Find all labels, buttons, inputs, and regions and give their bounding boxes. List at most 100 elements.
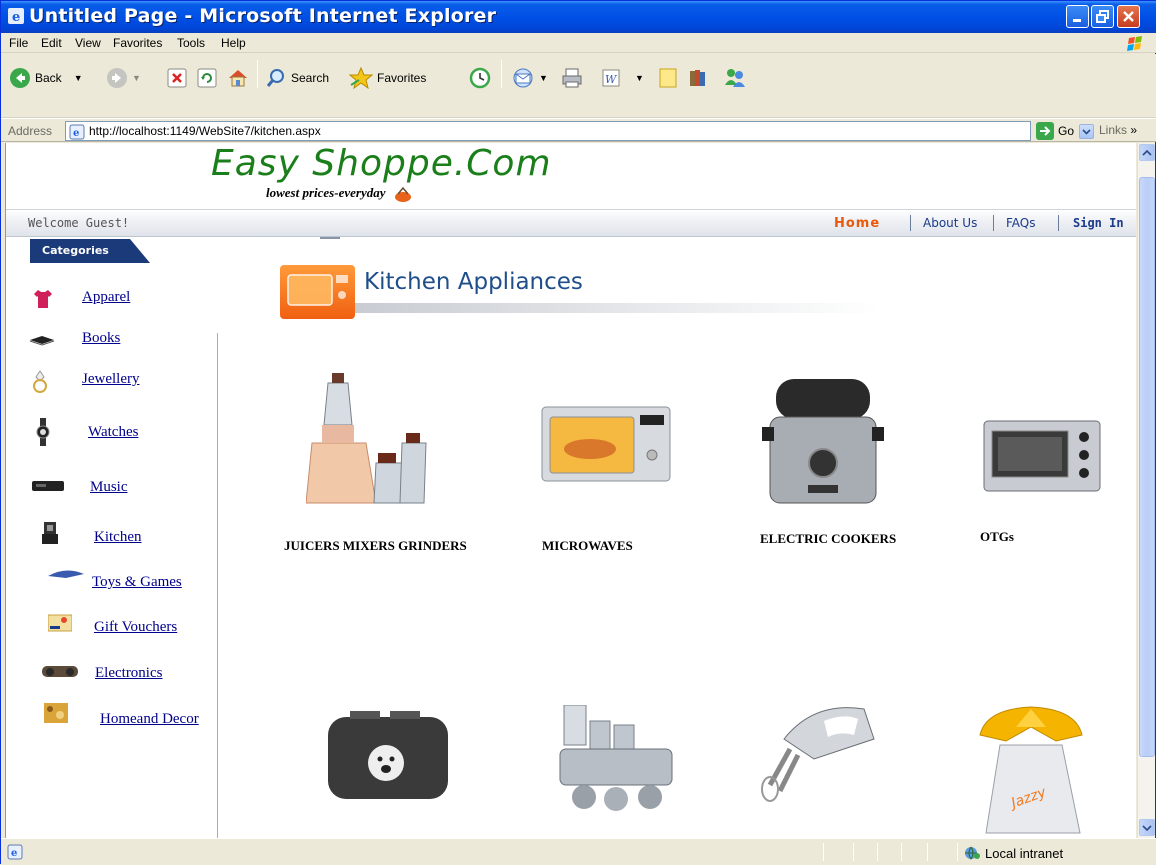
security-zone-label: Local intranet (985, 845, 1064, 861)
chevron-down-icon (1082, 129, 1091, 135)
book-icon (29, 336, 55, 346)
nav-separator (1058, 215, 1059, 231)
stop-button[interactable] (167, 62, 187, 94)
minimize-icon (1073, 19, 1081, 22)
print-button[interactable] (561, 62, 583, 94)
hand-mixer-image[interactable] (754, 699, 886, 803)
links-toolbar[interactable]: Links » (1099, 123, 1137, 137)
search-button[interactable]: Search (265, 62, 329, 94)
toolbar-separator (501, 60, 502, 88)
category-music[interactable]: Music (32, 479, 128, 496)
scroll-down-button[interactable] (1139, 819, 1155, 836)
intranet-globe-icon (965, 846, 980, 860)
messenger-icon (725, 69, 745, 87)
category-jewellery[interactable]: Jewellery (30, 370, 139, 393)
forward-dropdown-icon[interactable]: ▼ (132, 73, 141, 83)
svg-text:e: e (12, 10, 20, 25)
nav-signin-link[interactable]: Sign In (1073, 216, 1124, 230)
category-home-decor[interactable]: Homeand Decor (44, 703, 199, 728)
product-label[interactable]: ELECTRIC COOKERS (760, 531, 896, 547)
menu-file[interactable]: File (9, 36, 28, 50)
close-button[interactable] (1117, 5, 1140, 28)
category-gift-vouchers[interactable]: Gift Vouchers (48, 614, 177, 636)
category-link[interactable]: Music (90, 479, 128, 496)
product-label[interactable]: OTGs (980, 529, 1014, 545)
home-button[interactable] (227, 62, 249, 94)
title-bar[interactable]: e Untitled Page - Microsoft Internet Exp… (1, 1, 1156, 33)
ie-page-icon: e (69, 124, 85, 140)
vertical-scrollbar[interactable] (1137, 143, 1155, 838)
scroll-up-button[interactable] (1139, 144, 1155, 161)
word-edit-icon: W (602, 69, 620, 87)
search-icon (266, 69, 284, 87)
address-dropdown-button[interactable] (1079, 124, 1094, 139)
category-toys-games[interactable]: Toys & Games (46, 570, 182, 591)
menu-help[interactable]: Help (221, 36, 246, 50)
menu-edit[interactable]: Edit (41, 36, 62, 50)
restore-button[interactable] (1091, 5, 1114, 28)
edit-button[interactable]: W ▼ (601, 62, 644, 94)
category-kitchen[interactable]: Kitchen (42, 522, 141, 546)
category-link[interactable]: Apparel (82, 289, 130, 306)
back-dropdown-icon[interactable]: ▼ (74, 73, 83, 83)
back-label: Back (35, 71, 62, 85)
electric-cooker-image[interactable] (762, 379, 884, 509)
chevron-down-icon (1142, 825, 1152, 832)
scroll-thumb[interactable] (1139, 177, 1155, 757)
menu-tools[interactable]: Tools (177, 36, 205, 50)
product-label[interactable]: MICROWAVES (542, 538, 633, 554)
sidebar-divider (217, 333, 218, 838)
categories-title: Categories (42, 244, 109, 257)
category-link[interactable]: Jewellery (82, 371, 139, 388)
ie-logo-icon: e (8, 8, 24, 25)
tshirt-icon (34, 290, 52, 308)
menu-bar: File Edit View Favorites Tools Help (1, 33, 1156, 53)
mixer-grinder-image[interactable] (306, 373, 436, 513)
nav-faqs-link[interactable]: FAQs (1006, 216, 1036, 230)
microwave-image[interactable] (540, 405, 672, 485)
minimize-button[interactable] (1066, 5, 1089, 28)
research-button[interactable] (687, 62, 709, 94)
category-link[interactable]: Homeand Decor (100, 711, 199, 728)
category-link[interactable]: Gift Vouchers (94, 619, 177, 636)
product-label[interactable]: JUICERS MIXERS GRINDERS (284, 538, 467, 554)
mail-button[interactable]: ▼ (511, 62, 548, 94)
food-processor-image[interactable] (554, 705, 690, 815)
mail-dropdown-icon[interactable]: ▼ (539, 73, 548, 83)
mail-icon (513, 68, 533, 88)
category-link[interactable]: Kitchen (94, 529, 141, 546)
back-button[interactable]: Back ▼ (9, 62, 83, 94)
menu-view[interactable]: View (75, 36, 101, 50)
edit-dropdown-icon[interactable]: ▼ (635, 73, 644, 83)
otg-oven-image[interactable] (982, 419, 1102, 493)
category-apparel[interactable]: Apparel (32, 289, 130, 308)
messenger-button[interactable] (723, 62, 747, 94)
forward-button[interactable]: ▼ (106, 62, 141, 94)
favorites-button[interactable]: Favorites (349, 62, 426, 94)
refresh-button[interactable] (197, 62, 217, 94)
category-link[interactable]: Toys & Games (92, 574, 182, 591)
decor-icon (44, 703, 68, 723)
category-link[interactable]: Electronics (95, 665, 162, 682)
ring-icon (33, 370, 47, 393)
security-zone[interactable]: Local intranet (963, 845, 1063, 861)
site-logo[interactable]: Easy Shoppe.Com (211, 143, 552, 184)
go-button[interactable]: Go (1036, 122, 1074, 140)
svg-text:e: e (11, 848, 17, 859)
close-icon (1123, 11, 1134, 22)
citrus-juicer-image[interactable]: Jazzy (976, 705, 1086, 838)
nav-separator (993, 215, 994, 231)
category-books[interactable]: Books (28, 330, 120, 347)
category-link[interactable]: Watches (88, 424, 138, 441)
category-electronics[interactable]: Electronics (40, 665, 162, 682)
nav-about-link[interactable]: About Us (923, 216, 977, 230)
category-link[interactable]: Books (82, 330, 120, 347)
nav-home-link[interactable]: Home (834, 216, 880, 231)
menu-favorites[interactable]: Favorites (113, 36, 162, 50)
history-button[interactable] (469, 62, 491, 94)
toolbar: Back ▼ ▼ Search Favorites ▼ W ▼ (1, 54, 1156, 118)
discuss-button[interactable] (657, 62, 679, 94)
category-watches[interactable]: Watches (36, 418, 138, 446)
address-input[interactable]: e http://localhost:1149/WebSite7/kitchen… (65, 121, 1094, 141)
toaster-image[interactable] (320, 701, 456, 801)
